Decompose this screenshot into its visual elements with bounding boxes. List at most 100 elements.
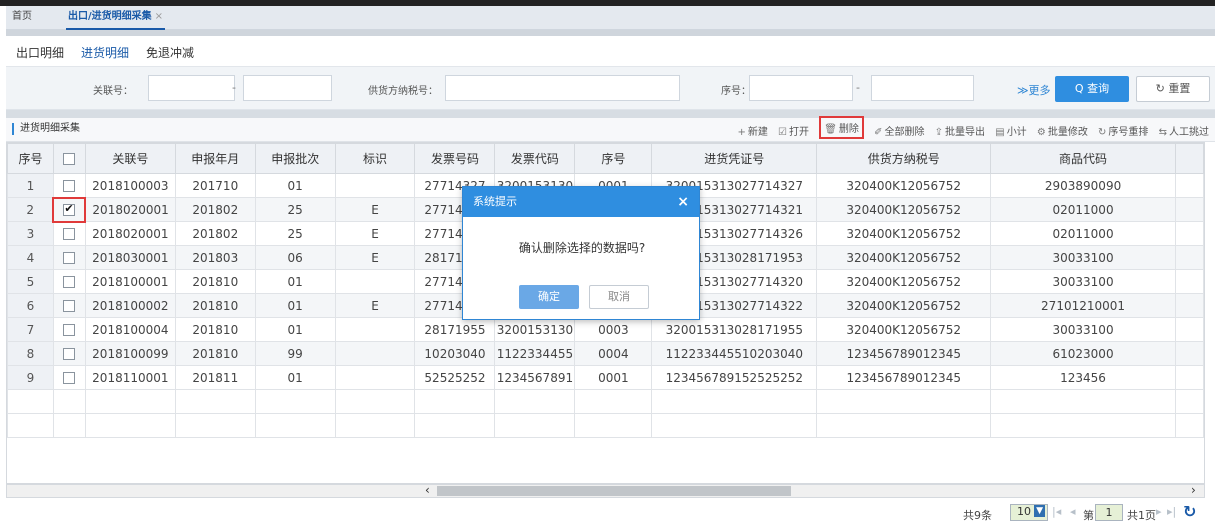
row-select-cell[interactable] — [52, 365, 86, 390]
subtotal-button[interactable]: ▤ 小计 — [995, 127, 1026, 138]
col-header-select[interactable] — [52, 143, 86, 174]
scroll-left-icon[interactable]: ‹ — [425, 483, 430, 497]
table-row[interactable]: 7 2018100004 201810 01 28171955 3200153130 000… — [7, 317, 1204, 342]
row-index: 3 — [7, 221, 54, 246]
close-icon[interactable]: × — [677, 187, 689, 217]
subtab-purchase-detail[interactable]: 进货明细 — [81, 44, 129, 61]
scrollbar-thumb[interactable] — [437, 486, 791, 496]
col-header-voucher[interactable]: 进货凭证号 — [651, 143, 818, 174]
link-no-to-input[interactable] — [243, 75, 332, 101]
cell-batch: 01 — [254, 317, 336, 342]
row-index: 1 — [7, 173, 54, 198]
select-all-checkbox[interactable] — [63, 153, 76, 165]
row-checkbox[interactable] — [63, 179, 76, 192]
col-header-batch[interactable]: 申报批次 — [254, 143, 336, 174]
col-header-supplier-tax[interactable]: 供货方纳税号 — [816, 143, 992, 174]
page-number-input[interactable]: 1 — [1095, 504, 1123, 521]
row-checkbox[interactable] — [63, 348, 76, 360]
batch-export-button[interactable]: ⇪ 批量导出 — [935, 127, 985, 138]
manual-pick-button[interactable]: ⇆ 人工挑过 — [1159, 127, 1209, 138]
last-page-icon[interactable]: ▸| — [1167, 505, 1176, 518]
reorder-button[interactable]: ↻ 序号重排 — [1098, 127, 1148, 138]
col-header-link-no[interactable]: 关联号 — [84, 143, 176, 174]
horizontal-scrollbar[interactable]: ‹ › — [6, 483, 1205, 498]
reset-button[interactable]: ↻ 重置 — [1136, 76, 1210, 102]
row-select-cell[interactable] — [52, 293, 86, 318]
new-label: 新建 — [747, 127, 768, 138]
table-row[interactable]: 9 2018110001 201811 01 52525252 1234567891 000… — [7, 365, 1204, 390]
page-size-value: 10 — [1017, 505, 1031, 518]
supplier-tax-input[interactable] — [445, 75, 680, 101]
empty-cell — [7, 413, 54, 438]
col-header-filler — [1174, 143, 1204, 174]
row-checkbox[interactable] — [63, 228, 76, 241]
row-select-cell[interactable] — [52, 317, 86, 342]
col-header-invoice-code[interactable]: 发票代码 — [494, 143, 576, 174]
cell-flag — [334, 365, 416, 390]
row-select-cell[interactable] — [52, 221, 86, 246]
delete-all-button[interactable]: ✐ 全部删除 — [874, 127, 924, 138]
col-header-goods-code[interactable]: 商品代码 — [990, 143, 1176, 174]
cell-year-month: 201810 — [174, 317, 256, 342]
empty-cell — [254, 389, 336, 414]
row-select-cell[interactable] — [52, 269, 86, 294]
query-button[interactable]: Q 查询 — [1055, 76, 1129, 102]
col-header-flag[interactable]: 标识 — [334, 143, 416, 174]
confirm-button[interactable]: 确定 — [519, 285, 579, 309]
cell-supplier-tax: 320400K12056752 — [816, 197, 992, 222]
cell-goods-code: 27101210001 — [990, 293, 1176, 318]
refresh-icon[interactable]: ↻ — [1183, 502, 1196, 521]
next-page-icon[interactable]: ▸ — [1156, 505, 1162, 518]
subtab-exempt-offset[interactable]: 免退冲减 — [146, 44, 194, 61]
seq-to-input[interactable] — [871, 75, 974, 101]
row-checkbox[interactable] — [63, 252, 76, 264]
row-select-cell[interactable] — [52, 173, 86, 198]
page-prefix: 第 — [1083, 509, 1094, 522]
tab-home[interactable]: 首页 — [12, 6, 32, 30]
row-index: 6 — [7, 293, 54, 318]
new-button[interactable]: + 新建 — [737, 127, 767, 138]
cell-goods-code: 02011000 — [990, 221, 1176, 246]
row-index: 5 — [7, 269, 54, 294]
row-checkbox[interactable] — [63, 300, 76, 312]
open-button[interactable]: ☑ 打开 — [778, 127, 809, 138]
row-checkbox[interactable] — [63, 372, 76, 384]
tab-current[interactable]: 出口/进货明细采集 × — [66, 6, 166, 30]
first-page-icon[interactable]: |◂ — [1052, 505, 1061, 518]
cell-supplier-tax: 123456789012345 — [816, 365, 992, 390]
cell-seq: 0003 — [574, 317, 653, 342]
cell-year-month: 201810 — [174, 341, 256, 366]
table-row[interactable]: 8 2018100099 201810 99 10203040 1122334455 000… — [7, 341, 1204, 366]
cell-flag: E — [334, 221, 416, 246]
page-size-select[interactable]: 10 ▼ — [1010, 504, 1048, 521]
delete-label: 删除 — [838, 124, 859, 135]
cell-batch: 01 — [254, 293, 336, 318]
col-header-invoice-no[interactable]: 发票号码 — [414, 143, 496, 174]
row-checkbox[interactable] — [63, 202, 76, 216]
link-no-from-input[interactable] — [148, 75, 235, 101]
tab-close-icon[interactable]: × — [155, 11, 163, 22]
cell-voucher: 112233445510203040 — [651, 341, 818, 366]
batch-edit-button[interactable]: ⚙ 批量修改 — [1037, 127, 1088, 138]
eraser-icon: ✐ — [874, 127, 883, 138]
gear-icon: ⚙ — [1036, 127, 1046, 138]
manual-pick-label: 人工挑过 — [1169, 127, 1209, 138]
row-checkbox[interactable] — [63, 276, 76, 288]
seq-from-input[interactable] — [749, 75, 853, 101]
dialog-header: 系统提示 × — [463, 187, 699, 217]
row-select-cell[interactable] — [52, 245, 86, 270]
col-header-seq[interactable]: 序号 — [574, 143, 653, 174]
delete-button[interactable]: 🗑 删除 — [819, 116, 864, 139]
col-header-year-month[interactable]: 申报年月 — [174, 143, 256, 174]
row-checkbox[interactable] — [63, 324, 76, 336]
row-select-cell[interactable] — [52, 341, 86, 366]
subtab-export-detail[interactable]: 出口明细 — [16, 44, 64, 61]
empty-cell — [254, 413, 336, 438]
cancel-button[interactable]: 取消 — [589, 285, 649, 309]
row-select-cell[interactable] — [52, 196, 87, 223]
calculator-icon: ▤ — [995, 127, 1005, 138]
prev-page-icon[interactable]: ◂ — [1070, 505, 1076, 518]
more-button[interactable]: ≫更多 — [1017, 82, 1051, 98]
scroll-right-icon[interactable]: › — [1191, 483, 1196, 497]
row-index: 2 — [7, 197, 54, 222]
